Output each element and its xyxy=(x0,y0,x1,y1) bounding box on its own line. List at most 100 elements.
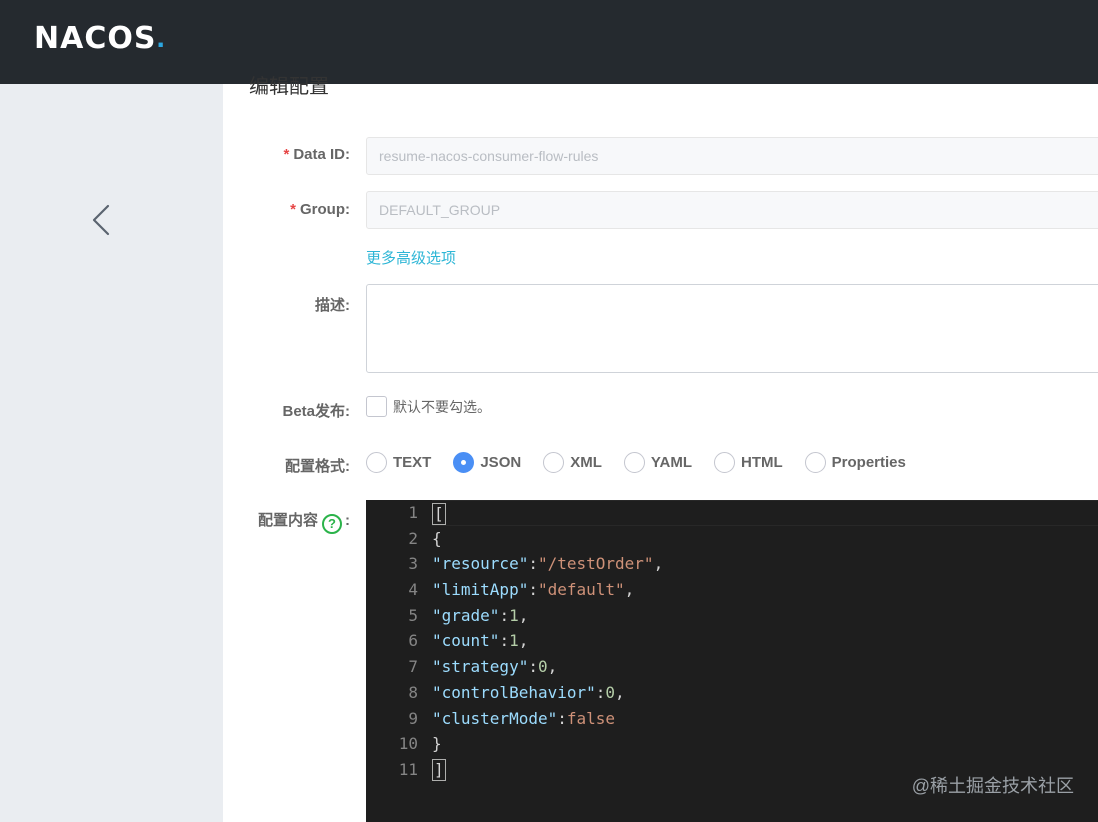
radio-label: TEXT xyxy=(393,453,432,471)
code-token: { xyxy=(432,528,442,548)
advanced-options-link[interactable]: 更多高级选项 xyxy=(366,247,456,268)
group-input[interactable]: DEFAULT_GROUP xyxy=(366,191,1098,229)
line-number: 11 xyxy=(398,759,418,779)
code-token: "controlBehavior" xyxy=(432,682,596,702)
description-textarea[interactable] xyxy=(366,284,1098,373)
code-token: 1 xyxy=(509,605,519,625)
line-number: 9 xyxy=(408,708,418,728)
code-token: "grade" xyxy=(432,605,500,625)
format-option-yaml[interactable]: YAML xyxy=(623,451,692,473)
radio-label: YAML xyxy=(650,453,692,471)
code-token: } xyxy=(432,734,442,754)
code-line[interactable]: "grade":1, xyxy=(432,603,1098,629)
radio-circle-checked[interactable] xyxy=(453,451,475,473)
format-option-json[interactable]: JSON xyxy=(453,451,522,473)
code-token: : xyxy=(528,580,538,600)
code-token: : xyxy=(595,682,606,702)
description-label: 描述: xyxy=(315,297,350,314)
code-line[interactable]: { xyxy=(432,526,1098,552)
question-circle-icon[interactable]: ? xyxy=(322,514,342,534)
code-token: : xyxy=(499,605,510,625)
code-token: , xyxy=(624,580,635,600)
content-label-text: 配置内容 xyxy=(257,512,318,529)
code-line[interactable]: } xyxy=(432,731,1098,757)
code-token: "strategy" xyxy=(432,657,529,677)
line-number: 8 xyxy=(408,682,418,702)
code-line[interactable]: [ xyxy=(432,500,1098,526)
format-option-text[interactable]: TEXT xyxy=(366,451,432,473)
line-number: 3 xyxy=(408,554,418,574)
main-content: 编辑配置 * Data ID: resume-nacos-consumer-flo… xyxy=(220,76,1098,822)
code-line[interactable]: "resource":"/testOrder", xyxy=(432,551,1098,577)
code-line[interactable]: "limitApp":"default", xyxy=(432,577,1098,603)
data-id-label: * Data ID: xyxy=(220,146,350,163)
code-token: : xyxy=(528,657,538,677)
code-token: , xyxy=(653,554,664,574)
page-title: 编辑配置 xyxy=(249,76,329,98)
code-token: "count" xyxy=(432,631,500,651)
cursor-token: [ xyxy=(432,503,446,525)
code-token: "limitApp" xyxy=(432,580,529,600)
group-label-text: Group: xyxy=(300,201,350,218)
format-label: 配置格式: xyxy=(285,458,350,475)
data-id-label-text: Data ID: xyxy=(293,146,350,163)
data-id-input[interactable]: resume-nacos-consumer-flow-rules xyxy=(366,137,1098,175)
format-radio-group: TEXT JSON XML YAML HTML Properties xyxy=(366,451,928,473)
code-line[interactable]: "controlBehavior":0, xyxy=(432,680,1098,706)
line-number: 6 xyxy=(408,631,418,651)
code-token: "resource" xyxy=(432,554,529,574)
line-number: 7 xyxy=(408,657,418,677)
line-number: 4 xyxy=(408,580,418,600)
sidebar xyxy=(0,84,223,822)
radio-label: JSON xyxy=(480,453,522,471)
format-option-xml[interactable]: XML xyxy=(543,451,602,473)
radio-label: XML xyxy=(570,453,602,471)
radio-circle[interactable] xyxy=(366,451,387,473)
radio-label: Properties xyxy=(831,453,906,471)
radio-circle[interactable] xyxy=(714,451,735,473)
code-token: "default" xyxy=(537,580,625,600)
code-token: , xyxy=(615,682,625,702)
chevron-left-icon[interactable] xyxy=(88,202,116,238)
required-mark: * xyxy=(290,201,296,218)
code-line[interactable]: "count":1, xyxy=(432,628,1098,654)
nacos-logo[interactable]: NACOS . xyxy=(34,20,165,56)
radio-circle[interactable] xyxy=(623,451,645,473)
beta-checkbox[interactable] xyxy=(366,396,387,417)
code-token: "clusterMode" xyxy=(432,708,558,728)
radio-circle[interactable] xyxy=(543,451,565,473)
code-area[interactable]: [{"resource":"/testOrder", "limitApp":"de… xyxy=(432,500,1098,783)
line-number-gutter: 1 2 3 4 5 6 7 8 9 10 11 xyxy=(366,500,418,783)
beta-checkbox-text: 默认不要勾选。 xyxy=(393,399,491,415)
code-token: : xyxy=(499,631,510,651)
code-token: : xyxy=(557,708,567,728)
group-label: * Group: xyxy=(220,201,350,218)
code-line[interactable]: "clusterMode":false xyxy=(432,706,1098,732)
content-label-colon: : xyxy=(345,512,350,529)
beta-label: Beta发布: xyxy=(282,403,350,420)
radio-circle[interactable] xyxy=(804,451,826,473)
line-number: 10 xyxy=(398,734,418,754)
code-token: false xyxy=(566,708,616,728)
top-bar: NACOS . xyxy=(0,0,1098,84)
required-mark: * xyxy=(283,146,290,163)
logo-dot: . xyxy=(156,21,165,54)
watermark: @稀土掘金技术社区 xyxy=(911,776,1074,796)
format-option-properties[interactable]: Properties xyxy=(804,451,906,473)
code-token: : xyxy=(528,554,538,574)
code-token: 0 xyxy=(537,657,548,677)
line-number: 1 xyxy=(408,503,418,522)
code-token: , xyxy=(547,657,558,677)
code-token: 1 xyxy=(509,631,519,651)
line-number: 2 xyxy=(408,528,418,548)
radio-label: HTML xyxy=(741,453,783,471)
code-token: , xyxy=(518,605,529,625)
content-label: 配置内容?: xyxy=(220,509,350,534)
line-number: 5 xyxy=(408,605,418,625)
code-token: "/testOrder" xyxy=(537,554,654,574)
code-token: 0 xyxy=(605,682,616,702)
code-line[interactable]: "strategy":0, xyxy=(432,654,1098,680)
format-option-html[interactable]: HTML xyxy=(714,451,783,473)
cursor-token: ] xyxy=(432,758,446,781)
logo-text: NACOS xyxy=(34,20,157,56)
